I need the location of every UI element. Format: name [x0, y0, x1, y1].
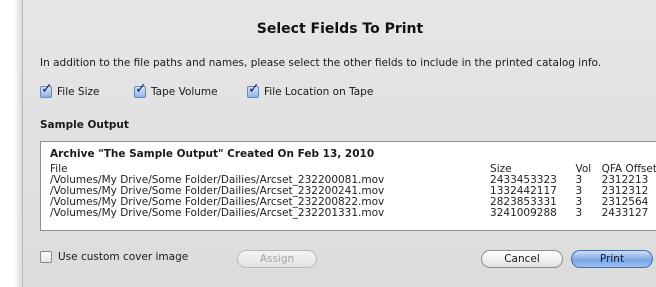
tape-volume-checkbox[interactable]: ✓ Tape Volume [134, 82, 218, 98]
tape-volume-label: Tape Volume [151, 86, 218, 98]
qfa-offset: 2433127 [601, 207, 649, 219]
print-dialog: Select Fields To Print In addition to th… [22, 0, 656, 287]
table-row: /Volumes/My Drive/Some Folder/Dailies/Ar… [50, 208, 656, 219]
checkbox-box[interactable]: ✓ [134, 82, 147, 98]
checkbox-box[interactable]: ✓ [40, 82, 53, 98]
file-path: /Volumes/My Drive/Some Folder/Dailies/Ar… [50, 207, 385, 219]
file-location-label: File Location on Tape [264, 86, 374, 98]
dialog-footer: Use custom cover image Assign Cancel Pri… [40, 248, 656, 270]
volume: 3 [575, 207, 583, 219]
archive-heading: Archive "The Sample Output" Created On F… [50, 148, 375, 160]
checkbox-box[interactable] [40, 251, 52, 263]
dialog-title: Select Fields To Print [256, 21, 424, 37]
file-size-label: File Size [57, 86, 100, 98]
file-location-checkbox[interactable]: ✓ File Location on Tape [247, 82, 374, 98]
sample-table: File Size Vol QFA Offset /Volumes/My Dri… [50, 164, 656, 219]
checkmark-icon: ✓ [135, 81, 147, 97]
custom-cover-checkbox[interactable]: Use custom cover image [40, 251, 188, 263]
checkbox-box[interactable]: ✓ [247, 82, 260, 98]
cancel-button[interactable]: Cancel [481, 250, 563, 268]
instructions-text: In addition to the file paths and names,… [40, 57, 602, 69]
custom-cover-label: Use custom cover image [58, 251, 189, 263]
sample-output-label: Sample Output [40, 119, 129, 131]
file-size: 3241009288 [490, 207, 557, 219]
assign-button[interactable]: Assign [237, 250, 317, 268]
checkmark-icon: ✓ [248, 81, 260, 97]
file-size-checkbox[interactable]: ✓ File Size [40, 82, 100, 98]
sample-output-box: Archive "The Sample Output" Created On F… [40, 141, 656, 231]
print-button[interactable]: Print [571, 250, 653, 268]
checkmark-icon: ✓ [41, 81, 53, 97]
